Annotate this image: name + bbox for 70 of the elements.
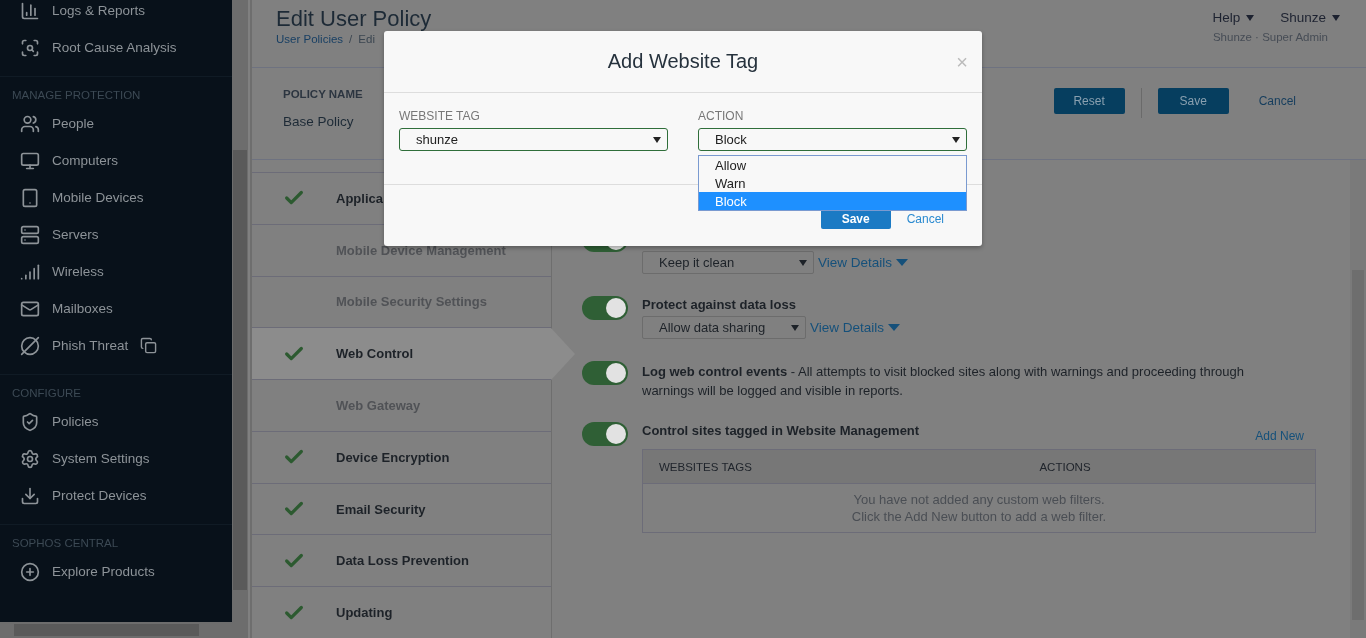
server-icon <box>20 224 40 245</box>
rule-label: Protect against data loss <box>642 297 797 312</box>
field-label: WEBSITE TAG <box>399 109 481 123</box>
action-dropdown[interactable]: Block <box>698 128 967 151</box>
dropdown[interactable]: Allow data sharing <box>642 316 806 339</box>
dropdown-option[interactable]: Warn <box>699 174 966 192</box>
column-header: ACTIONS <box>1038 460 1092 473</box>
sidebar-item[interactable]: Protect Devices <box>0 477 232 514</box>
monitor-icon <box>20 150 40 171</box>
field-label: POLICY NAME <box>283 88 363 100</box>
breadcrumb-link[interactable]: User Policies <box>276 33 344 45</box>
sidebar-item[interactable]: Servers <box>0 216 232 253</box>
sidebar-item[interactable]: People <box>0 105 232 142</box>
caret-icon <box>799 259 807 266</box>
toggle-switch[interactable] <box>582 422 628 446</box>
dialog-title: Add Website Tag <box>607 50 759 73</box>
caret-icon <box>888 323 901 332</box>
toggle-switch[interactable] <box>582 361 628 385</box>
reset-button[interactable]: Reset <box>1053 88 1125 114</box>
rule-label: Control sites tagged in Website Management <box>642 423 920 438</box>
search-icon <box>20 37 40 58</box>
view-details-link[interactable]: View Details <box>818 255 909 270</box>
sidebar-item[interactable]: Phish Threat <box>0 327 232 364</box>
copy-icon <box>140 337 158 354</box>
caret-icon <box>791 324 799 331</box>
field-label: ACTION <box>698 109 745 123</box>
plus-circle-icon <box>20 561 40 582</box>
user-role: Shunze · Super Admin <box>1212 31 1328 43</box>
website-tag-dropdown[interactable]: shunze <box>399 128 668 151</box>
dropdown-option[interactable]: Block <box>699 192 966 210</box>
sidebar-item[interactable]: Root Cause Analysis <box>0 29 232 66</box>
sidebar-item[interactable]: Mobile Devices <box>0 179 232 216</box>
sidebar-item[interactable]: Computers <box>0 142 232 179</box>
sidebar-item[interactable]: Explore Products <box>0 553 232 590</box>
tablet-icon <box>20 187 40 208</box>
breadcrumb-text: Edi <box>358 33 375 45</box>
sidebar-item[interactable]: System Settings <box>0 440 232 477</box>
scrollbar[interactable] <box>0 622 248 638</box>
dropdown-option[interactable]: Allow <box>699 156 966 174</box>
breadcrumb-text: / <box>349 33 353 45</box>
page-title: Edit User Policy <box>276 6 432 31</box>
cancel-link[interactable]: Cancel <box>1244 88 1296 114</box>
settings-icon <box>20 448 40 469</box>
dropdown[interactable]: Keep it clean <box>642 251 814 274</box>
toggle-switch[interactable] <box>582 296 628 320</box>
sidebar-item[interactable]: Logs & Reports <box>0 0 232 29</box>
cancel-link[interactable]: Cancel <box>900 208 950 229</box>
shield-check-icon <box>20 411 40 432</box>
view-details-link[interactable]: View Details <box>810 320 901 335</box>
caret-icon <box>952 136 960 143</box>
caret-icon <box>896 258 909 267</box>
slashed-circle-icon <box>20 335 40 356</box>
download-icon <box>20 485 40 506</box>
column-header: WEBSITES TAGS <box>658 460 753 473</box>
selection-pointer <box>551 328 575 380</box>
add-new-link[interactable]: Add New <box>1255 429 1304 443</box>
scrollbar[interactable] <box>232 0 248 622</box>
policy-name: Base Policy <box>283 114 355 129</box>
people-icon <box>20 113 40 134</box>
caret-icon <box>653 136 661 143</box>
sidebar-item[interactable]: Policies <box>0 403 232 440</box>
save-button[interactable]: Save <box>1157 88 1229 114</box>
menu-button[interactable]: Help <box>1212 10 1241 25</box>
sidebar-item[interactable]: Wireless <box>0 253 232 290</box>
caret-icon <box>1246 14 1255 21</box>
menu-button[interactable]: Shunze <box>1280 10 1326 25</box>
caret-icon <box>1332 14 1340 21</box>
rule-description: Log web control events - All attempts to visit blocked sites along with warnings and proceeding through warnings will be logged and visible in reports. <box>642 363 1245 400</box>
bar-chart-icon <box>20 0 40 21</box>
sidebar-item[interactable]: Mailboxes <box>0 290 232 327</box>
